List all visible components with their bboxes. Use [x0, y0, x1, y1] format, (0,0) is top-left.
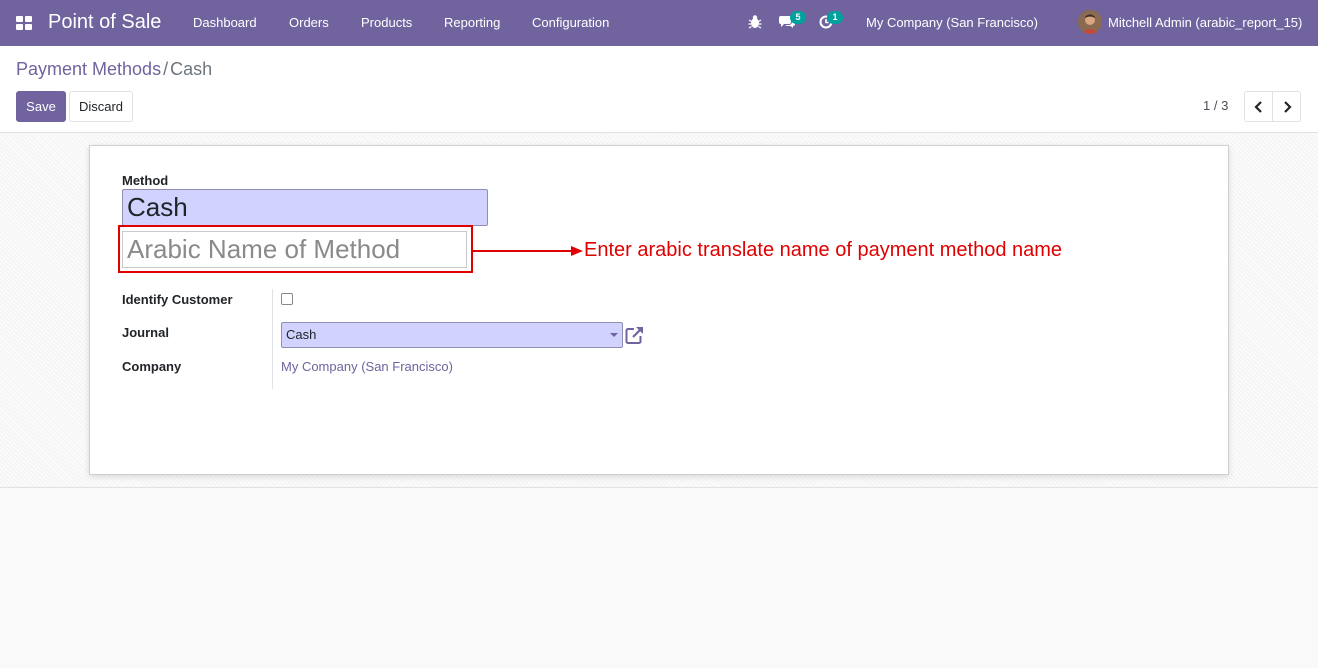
method-name-input[interactable] — [122, 189, 488, 226]
journal-select-value: Cash — [286, 327, 317, 342]
pager-previous-button[interactable] — [1244, 91, 1273, 122]
field-separator — [272, 289, 273, 389]
annotation-text: Enter arabic translate name of payment m… — [584, 239, 1063, 261]
identify-customer-checkbox[interactable] — [281, 293, 293, 305]
breadcrumb-separator: / — [163, 59, 169, 79]
debug-bug-icon[interactable] — [748, 14, 762, 30]
messages-badge: 5 — [790, 11, 806, 24]
app-title[interactable]: Point of Sale — [48, 11, 161, 34]
company-link[interactable]: My Company (San Francisco) — [281, 359, 453, 374]
discard-button[interactable]: Discard — [69, 91, 133, 122]
pager-value[interactable]: 1 / 3 — [1203, 98, 1228, 113]
menu-reporting[interactable]: Reporting — [444, 15, 500, 30]
chevron-right-icon — [1283, 100, 1292, 113]
menu-orders[interactable]: Orders — [289, 15, 329, 30]
annotation-arrow-icon — [473, 246, 583, 256]
chevron-left-icon — [1253, 100, 1262, 113]
user-menu[interactable]: Mitchell Admin (arabic_report_15) — [1108, 15, 1302, 30]
apps-menu-icon[interactable] — [16, 16, 32, 30]
breadcrumb: Payment Methods / Cash — [16, 59, 212, 80]
activities-badge: 1 — [827, 11, 843, 24]
identify-customer-label: Identify Customer — [122, 292, 233, 307]
control-panel: Payment Methods / Cash Save Discard 1 / 3 — [0, 46, 1318, 133]
arabic-name-input[interactable] — [122, 231, 467, 268]
caret-down-icon — [610, 333, 618, 337]
method-label: Method — [122, 173, 169, 188]
user-avatar[interactable] — [1078, 10, 1102, 34]
breadcrumb-current: Cash — [170, 59, 213, 79]
journal-select[interactable]: Cash — [281, 322, 623, 348]
menu-configuration[interactable]: Configuration — [532, 15, 609, 30]
save-button[interactable]: Save — [16, 91, 66, 122]
company-label: Company — [122, 359, 182, 374]
menu-dashboard[interactable]: Dashboard — [193, 15, 257, 30]
pager-next-button[interactable] — [1272, 91, 1301, 122]
journal-label: Journal — [122, 325, 169, 340]
company-switcher[interactable]: My Company (San Francisco) — [866, 15, 1038, 30]
menu-products[interactable]: Products — [361, 15, 412, 30]
external-link-icon[interactable] — [625, 325, 645, 345]
top-navbar: Point of Sale Dashboard Orders Products … — [0, 0, 1318, 46]
breadcrumb-payment-methods[interactable]: Payment Methods — [16, 59, 161, 79]
